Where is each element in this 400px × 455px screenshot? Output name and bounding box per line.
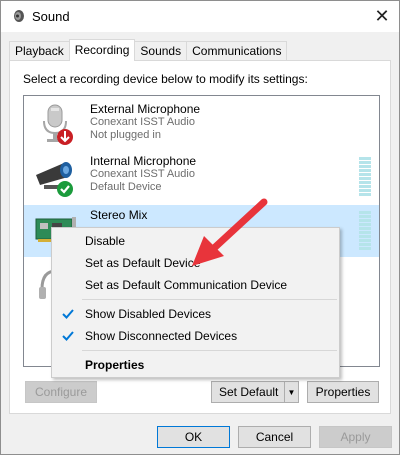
sound-dialog: Sound ✕ Playback Recording Sounds Commun…: [0, 0, 400, 455]
menu-item-properties[interactable]: Properties: [52, 354, 339, 376]
level-meter: [359, 157, 371, 196]
set-default-label: Set Default: [219, 385, 279, 399]
menu-item-label: Properties: [85, 358, 145, 372]
device-name: External Microphone: [90, 102, 201, 116]
menu-item-label: Set as Default Communication Device: [85, 278, 288, 292]
menu-item-label: Set as Default Device: [85, 256, 201, 270]
properties-button[interactable]: Properties: [307, 381, 379, 403]
set-default-split-button[interactable]: Set Default ▼: [211, 381, 299, 403]
device-name: Stereo Mix: [90, 208, 148, 222]
device-text: Internal Microphone Conexant ISST Audio …: [90, 155, 196, 194]
device-status: Default Device: [90, 181, 162, 193]
ok-button[interactable]: OK: [157, 426, 230, 448]
tab-sounds[interactable]: Sounds: [134, 41, 188, 61]
tab-strip: Playback Recording Sounds Communications: [9, 39, 288, 61]
menu-item-label: Disable: [85, 234, 126, 248]
tab-recording[interactable]: Recording: [68, 39, 136, 61]
title-bar: Sound ✕: [1, 1, 399, 32]
instruction-text: Select a recording device below to modif…: [23, 72, 308, 86]
green-check-badge: [57, 181, 73, 197]
menu-separator: [82, 350, 337, 351]
tab-playback[interactable]: Playback: [9, 41, 70, 61]
window-title: Sound: [32, 9, 70, 24]
level-meter: [359, 211, 371, 250]
device-text: External Microphone Conexant ISST Audio …: [90, 103, 200, 142]
webcam-microphone-icon: [36, 162, 73, 197]
menu-item-show-disconnected-devices[interactable]: Show Disconnected Devices: [52, 325, 339, 347]
menu-item-label: Show Disconnected Devices: [85, 329, 238, 343]
microphone-icon: [43, 104, 73, 145]
configure-button[interactable]: Configure: [25, 381, 97, 403]
checkmark-icon: [62, 309, 74, 319]
device-driver: Conexant ISST Audio: [90, 116, 195, 128]
device-external-microphone[interactable]: External Microphone Conexant ISST Audio …: [24, 99, 379, 151]
speaker-app-icon: [14, 10, 24, 22]
device-name: Internal Microphone: [90, 154, 197, 168]
menu-item-label: Show Disabled Devices: [85, 307, 212, 321]
menu-item-set-default-communication-device[interactable]: Set as Default Communication Device: [52, 274, 339, 296]
device-driver: Conexant ISST Audio: [90, 168, 195, 180]
device-button-row: Configure Set Default ▼ Properties: [23, 381, 380, 403]
checkmark-icon: [62, 331, 74, 341]
close-button[interactable]: ✕: [365, 1, 399, 32]
menu-item-show-disabled-devices[interactable]: Show Disabled Devices: [52, 303, 339, 325]
tab-communications[interactable]: Communications: [186, 41, 288, 61]
annotation-arrow-icon: [192, 198, 268, 266]
menu-separator: [82, 299, 337, 300]
chevron-down-icon[interactable]: ▼: [284, 382, 298, 402]
device-text: Stereo Mix: [90, 209, 147, 222]
apply-button[interactable]: Apply: [319, 426, 392, 448]
cancel-button[interactable]: Cancel: [238, 426, 311, 448]
device-status: Not plugged in: [90, 129, 161, 141]
